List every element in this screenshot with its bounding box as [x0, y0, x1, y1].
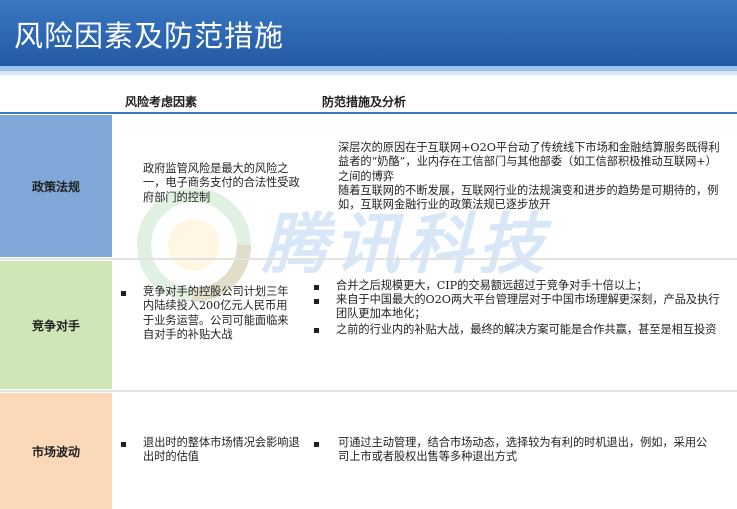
table-row: 市场波动 退出时的整体市场情况会影响退出时的估值 可通过主动管理，结合市场动态，…: [0, 393, 737, 509]
column-header-factor: 风险考虑因素: [125, 95, 198, 109]
measure-cell: 可通过主动管理，结合市场动态，选择较为有利的时机退出，例如，采用公司上市或者股权…: [338, 436, 708, 464]
header-divider: [0, 112, 737, 114]
bullet-icon: [314, 328, 319, 333]
column-header-measure: 防范措施及分析: [322, 95, 407, 109]
table-row: 政策法规 政府监管风险是最大的风险之一，电子商务支付的合法性受政府部门的控制 深…: [0, 115, 737, 257]
measure-item: 来自于中国最大的O2O两大平台管理层对于中国市场理解更深刻，产品及执行团队更加本…: [336, 293, 720, 321]
row-label: 竞争对手: [0, 261, 112, 389]
bullet-icon: [314, 285, 319, 290]
bullet-icon: [314, 299, 319, 304]
measure-item: 之前的行业内的补贴大战，最终的解决方案可能是合作共赢，甚至是相互投资: [336, 323, 717, 336]
bullet-icon: [314, 442, 319, 447]
row-label: 市场波动: [0, 393, 112, 509]
measure-cell: 深层次的原因在于互联网+O2O平台动了传统线下市场和金融结算服务既得利益者的“奶…: [338, 141, 720, 212]
page-title: 风险因素及防范措施: [14, 19, 285, 53]
bullet-icon: [121, 291, 126, 296]
title-underline-light: [0, 71, 737, 75]
table-row: 竞争对手 竞争对手的控股公司计划三年内陆续投入200亿元人民币用于业务运营。公司…: [0, 261, 737, 389]
factor-cell: 政府监管风险是最大的风险之一，电子商务支付的合法性受政府部门的控制: [143, 162, 300, 204]
row-label: 政策法规: [0, 115, 112, 257]
factor-cell: 竞争对手的控股公司计划三年内陆续投入200亿元人民币用于业务运营。公司可能面临来…: [143, 285, 289, 341]
row-divider: [0, 390, 737, 392]
row-divider: [0, 258, 737, 260]
title-bar: 风险因素及防范措施: [0, 0, 737, 66]
bullet-icon: [121, 442, 126, 447]
measure-item: 合并之后规模更大，CIP的交易额远超过于竞争对手十倍以上；: [336, 279, 648, 292]
table-header: 风险考虑因素 防范措施及分析: [0, 80, 737, 114]
factor-cell: 退出时的整体市场情况会影响退出时的估值: [143, 436, 300, 464]
